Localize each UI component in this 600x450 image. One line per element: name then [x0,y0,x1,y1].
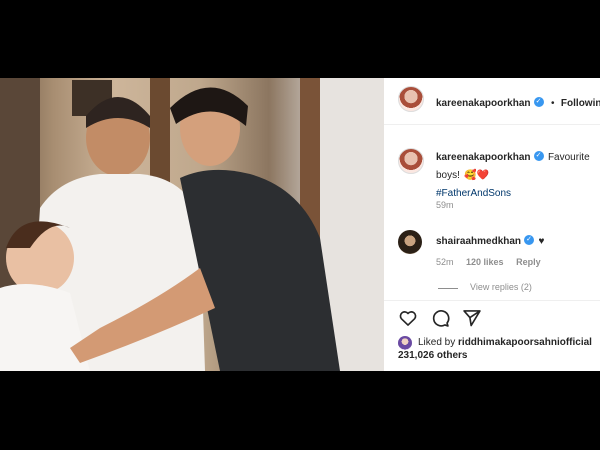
liker-avatar[interactable] [398,336,412,350]
view-replies-button[interactable]: View replies (2) [470,282,532,292]
post-side-panel: kareenakapoorkhan✓ • Following kareenaka… [384,78,600,371]
hashtag-link[interactable]: #FatherAndSons [436,188,511,199]
liker-username[interactable]: riddhimakapoorsahniofficial [458,337,592,348]
comment-meta: 52m 120 likes Reply [436,257,541,267]
comment-bubble-icon[interactable] [430,308,450,328]
replies-line [438,288,458,289]
emoji-smile-hearts: 🥰 [464,170,477,181]
comment-text: ♥ [538,236,545,247]
comment-author[interactable]: shairaahmedkhan [436,236,521,247]
comment-line: shairaahmedkhan ✓ ♥ [436,232,544,250]
author-avatar[interactable] [398,86,424,112]
caption-text-block: kareenakapoorkhan ✓ Favourite boys! 🥰❤️ #… [436,148,600,202]
send-icon[interactable] [462,308,482,328]
caption-author[interactable]: kareenakapoorkhan [436,152,531,163]
reply-button[interactable]: Reply [516,257,541,267]
instagram-post-frame: kareenakapoorkhan✓ • Following kareenaka… [0,78,600,371]
post-author[interactable]: kareenakapoorkhan [436,98,531,109]
caption-time: 59m [436,200,454,210]
emoji-red-heart: ❤️ [476,170,490,181]
liked-by-prefix: Liked by [418,337,456,348]
heart-icon[interactable] [398,308,418,328]
comment-time: 52m [436,257,454,267]
others-count[interactable]: 231,026 others [398,350,468,361]
actions-divider [384,300,600,301]
commenter-avatar[interactable] [398,230,422,254]
follow-separator: • [550,98,555,109]
header-divider [384,124,600,125]
photo-drawing [0,78,384,371]
following-button[interactable]: Following [561,98,600,109]
verified-icon: ✓ [533,96,544,107]
post-header: kareenakapoorkhan✓ • Following [384,78,600,124]
liked-by-line: Liked by riddhimakapoorsahniofficial 231… [398,336,600,362]
verified-icon: ✓ [524,234,535,245]
comment-likes[interactable]: 120 likes [466,257,504,267]
caption-avatar[interactable] [398,148,424,174]
verified-icon: ✓ [533,150,544,161]
post-photo[interactable] [0,78,384,371]
